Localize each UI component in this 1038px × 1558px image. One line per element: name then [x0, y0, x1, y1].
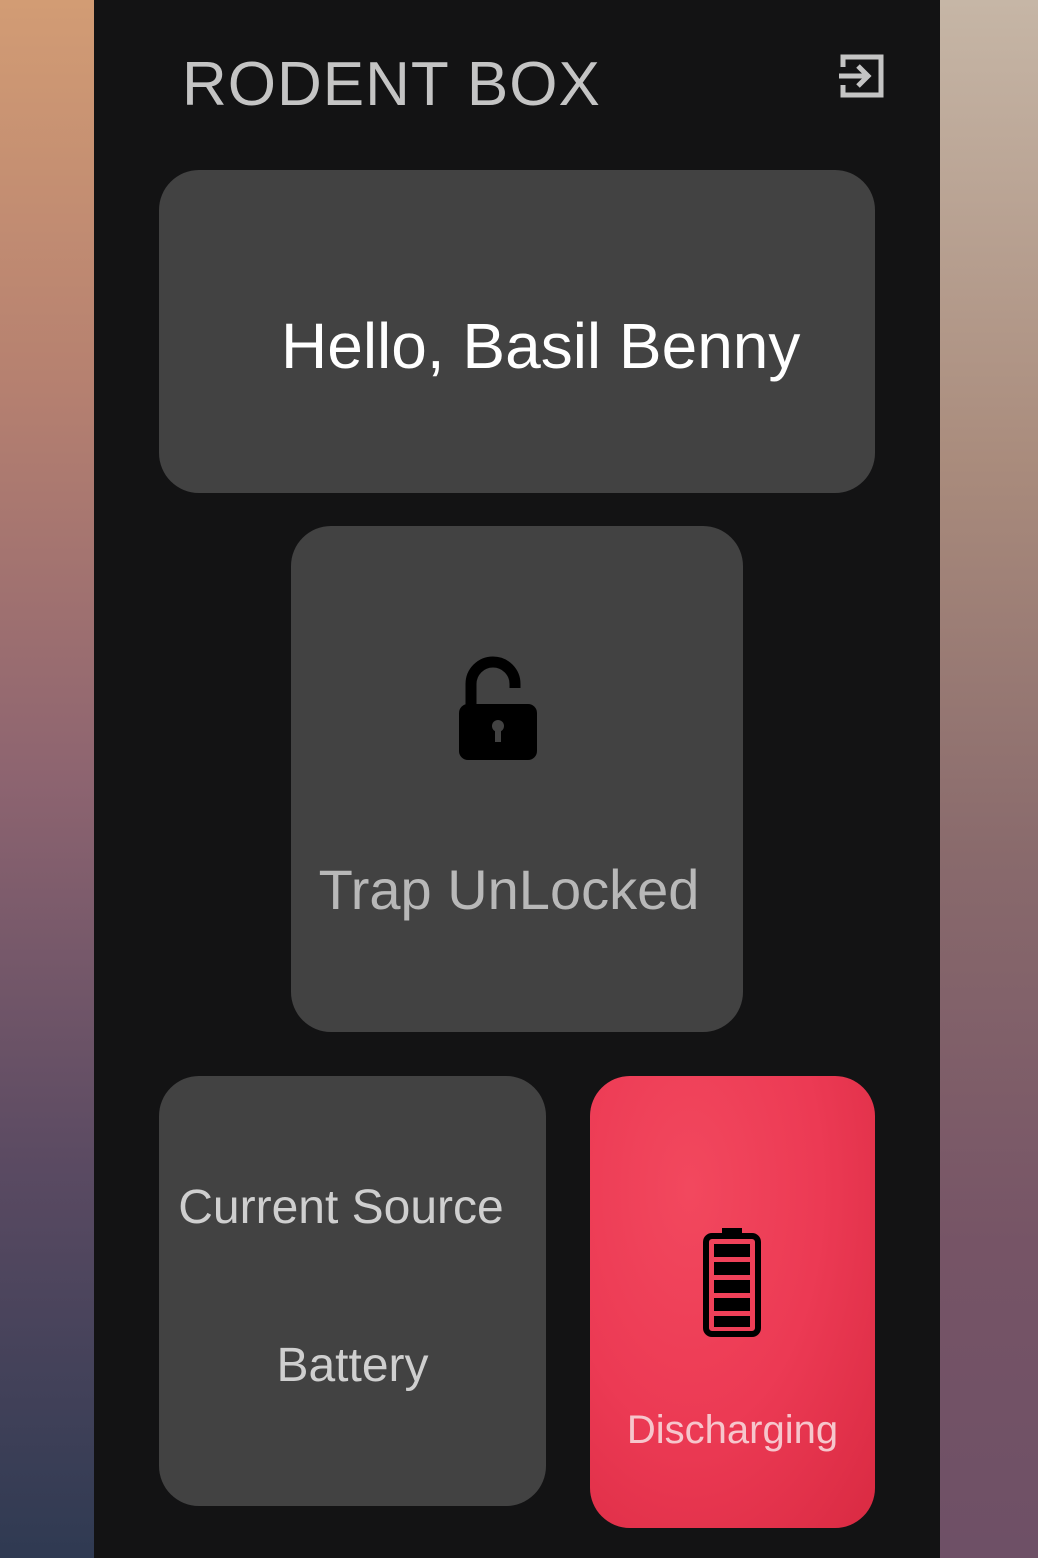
current-source-card[interactable]: Current Source Battery	[159, 1076, 546, 1506]
current-source-value: Battery	[276, 1339, 429, 1392]
greeting-text: Hello, Basil Benny	[281, 310, 801, 382]
current-source-label: Current Source	[178, 1181, 504, 1234]
greeting-card: Hello, Basil Benny	[159, 170, 875, 493]
battery-status-text: Discharging	[626, 1408, 839, 1452]
exit-to-app-icon	[839, 54, 884, 98]
battery-status-card[interactable]: Discharging	[590, 1076, 875, 1528]
trap-status-text: Trap UnLocked	[318, 858, 700, 921]
wallpaper-right	[940, 0, 1038, 1558]
lock-open-icon	[459, 656, 537, 760]
trap-status-card[interactable]: Trap UnLocked	[291, 526, 743, 1032]
exit-button[interactable]	[832, 46, 892, 106]
app-screen: RODENT BOX Hello, Basil Benny Trap UnLoc…	[94, 0, 940, 1558]
battery-full-icon	[703, 1228, 761, 1337]
wallpaper-left	[0, 0, 94, 1558]
app-title: RODENT BOX	[182, 50, 601, 119]
